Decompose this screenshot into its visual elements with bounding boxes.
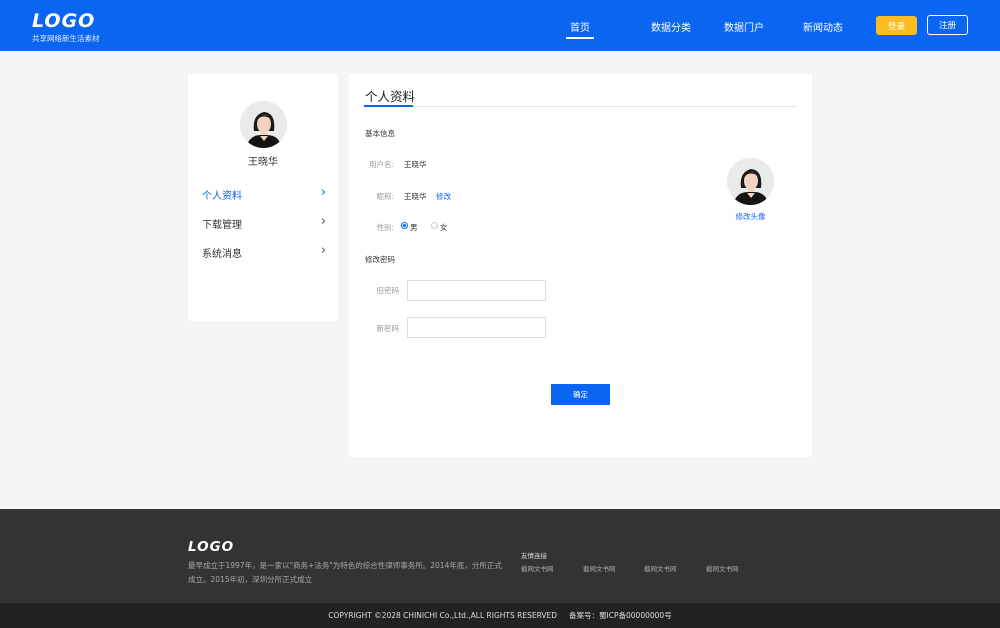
new-password-label: 新密码 [376, 324, 400, 333]
copyright-text: COPYRIGHT ©2028 CHINICHI Co.,Ltd.,ALL RI… [328, 611, 558, 620]
nickname-value: 王晓华 [404, 192, 427, 201]
profile-avatar[interactable] [727, 158, 774, 205]
gender-male-label: 男 [410, 223, 418, 232]
icp-text: 备案号：蜀ICP备00000000号 [569, 611, 672, 620]
friend-link[interactable]: 截网文书网 [521, 563, 554, 573]
nav-news[interactable]: 新闻动态 [803, 19, 843, 34]
page-title: 个人资料 [365, 89, 416, 104]
user-name: 王晓华 [248, 157, 278, 168]
gender-female-radio[interactable] [431, 222, 438, 229]
register-button[interactable]: 注册 [927, 15, 968, 35]
login-button[interactable]: 登录 [876, 16, 917, 35]
copyright-bar: COPYRIGHT ©2028 CHINICHI Co.,Ltd.,ALL RI… [0, 603, 1000, 628]
new-password-input[interactable] [407, 317, 546, 338]
profile-panel: 个人资料 基本信息 用户名: 王晓华 昵称: 王晓华 修改 性别: 男 女 修改… [349, 74, 812, 457]
nav-home[interactable]: 首页 [566, 19, 594, 39]
user-photo-icon [240, 101, 287, 148]
logo-tagline: 共享网络新生活素材 [32, 34, 100, 43]
top-navbar: LOGO 共享网络新生活素材 首页 数据分类 数据门户 新闻动态 登录 注册 [0, 0, 1000, 51]
nav-data-categories[interactable]: 数据分类 [651, 19, 691, 34]
chevron-right-icon: › [320, 214, 326, 229]
title-divider [364, 106, 797, 107]
sidebar-item-label: 个人资料 [202, 191, 242, 202]
user-photo-icon [727, 158, 774, 205]
gender-female-label: 女 [440, 223, 448, 232]
footer-logo: LOGO [188, 539, 235, 555]
confirm-button[interactable]: 确定 [551, 384, 610, 405]
sidebar-item-label: 下载管理 [202, 220, 242, 231]
avatar [240, 101, 287, 148]
edit-nickname-link[interactable]: 修改 [436, 191, 451, 202]
username-label: 用户名: [368, 160, 394, 169]
user-sidebar: 王晓华 个人资料 › 下载管理 › 系统消息 › [188, 74, 338, 321]
friend-link[interactable]: 截网文书网 [706, 563, 739, 573]
chevron-right-icon: › [320, 243, 326, 258]
nickname-label: 昵称: [376, 192, 394, 201]
sidebar-item-messages[interactable]: 系统消息 › [202, 243, 326, 261]
change-avatar-link[interactable]: 修改头像 [719, 211, 782, 222]
change-password-heading: 修改密码 [365, 255, 395, 264]
friend-link[interactable]: 截网文书网 [583, 563, 616, 573]
chevron-right-icon: › [320, 185, 326, 200]
logo[interactable]: LOGO 共享网络新生活素材 [32, 10, 100, 44]
footer-description: 最早成立于1997年，是一家以"商务+法务"为特色的综合性律师事务所。2014年… [188, 561, 502, 584]
nav-data-portal[interactable]: 数据门户 [724, 19, 764, 34]
old-password-input[interactable] [407, 280, 546, 301]
friend-link[interactable]: 截网文书网 [644, 563, 677, 573]
footer: LOGO 最早成立于1997年，是一家以"商务+法务"为特色的综合性律师事务所。… [0, 509, 1000, 603]
old-password-label: 旧密码 [376, 286, 400, 295]
title-underline [364, 105, 413, 107]
sidebar-item-downloads[interactable]: 下载管理 › [202, 214, 326, 232]
logo-text: LOGO [32, 10, 96, 32]
sidebar-item-profile[interactable]: 个人资料 › [202, 185, 326, 203]
username-value: 王晓华 [404, 160, 427, 169]
gender-male-radio[interactable] [401, 222, 408, 229]
friend-links-heading: 友情连接 [521, 552, 547, 560]
gender-label: 性别: [376, 223, 394, 232]
sidebar-item-label: 系统消息 [202, 249, 242, 260]
basic-info-heading: 基本信息 [365, 129, 395, 138]
